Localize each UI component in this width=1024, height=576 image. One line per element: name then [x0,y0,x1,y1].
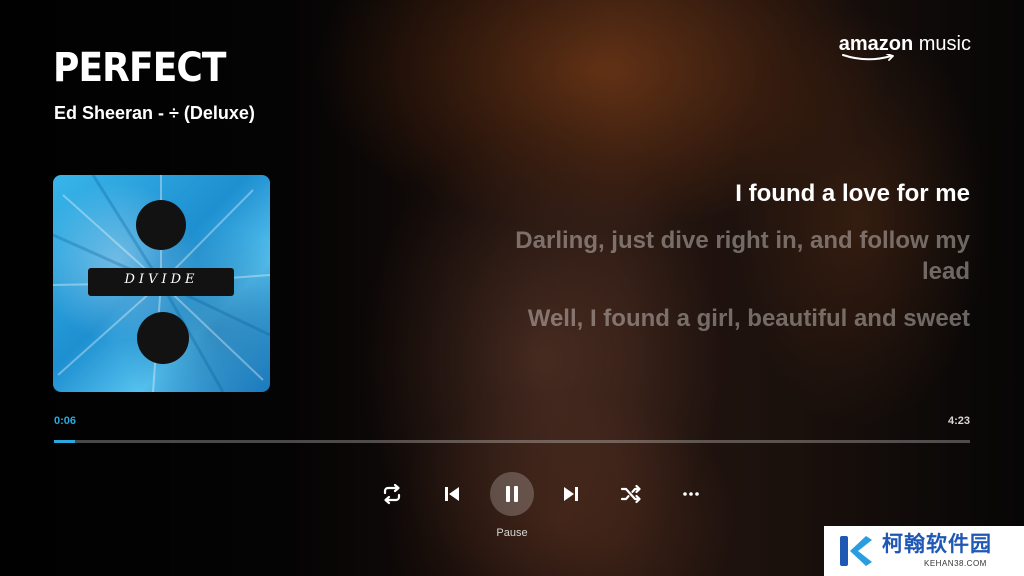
watermark-logo-icon [840,536,872,566]
song-title: PERFECT [53,45,226,91]
skip-previous-icon [445,487,459,501]
brand-name-music: music [918,33,971,55]
lyric-line-current: I found a love for me [735,180,970,207]
progress-bar[interactable] [54,440,970,443]
site-watermark: 柯翰软件园 KEHAN38.COM [824,526,1024,576]
lyric-line-next: Darling, just dive right in, and follow … [515,227,970,285]
previous-track-button[interactable] [436,478,468,510]
track-duration: 4:23 [947,415,970,427]
divide-dot-bottom [137,312,189,364]
pause-label: Pause [496,527,528,539]
more-options-button[interactable] [675,478,707,510]
artist-album-subtitle: Ed Sheeran - ÷ (Deluxe) [54,103,255,123]
album-cover-text: DIVIDE [124,272,199,287]
repeat-button[interactable] [376,478,408,510]
repeat-icon [383,483,401,505]
lyric-line-upcoming: Well, I found a girl, beautiful and swee… [527,305,970,332]
amazon-smile-icon [841,54,894,61]
pause-button[interactable] [490,472,534,516]
pause-icon [506,486,518,502]
shuffle-button[interactable] [615,478,647,510]
skip-next-icon [564,487,578,501]
watermark-title: 柯翰软件园 [882,532,992,556]
current-time: 0:06 [54,415,77,427]
next-track-button[interactable] [555,478,587,510]
lyrics-panel: I found a love for me Darling, just dive… [500,178,970,350]
divide-dot-top [136,200,186,250]
progress-bar-fill [54,440,76,443]
brand-name-amazon: amazon [838,33,914,55]
playback-controls [0,472,1024,516]
shuffle-icon [620,484,641,504]
amazon-music-logo: amazon music [838,32,971,61]
now-playing-screen: PERFECT Ed Sheeran - ÷ (Deluxe) amazon m… [0,0,1024,576]
watermark-subtitle: KEHAN38.COM [924,559,987,568]
album-art: DIVIDE [53,175,270,392]
more-options-icon [683,492,699,496]
